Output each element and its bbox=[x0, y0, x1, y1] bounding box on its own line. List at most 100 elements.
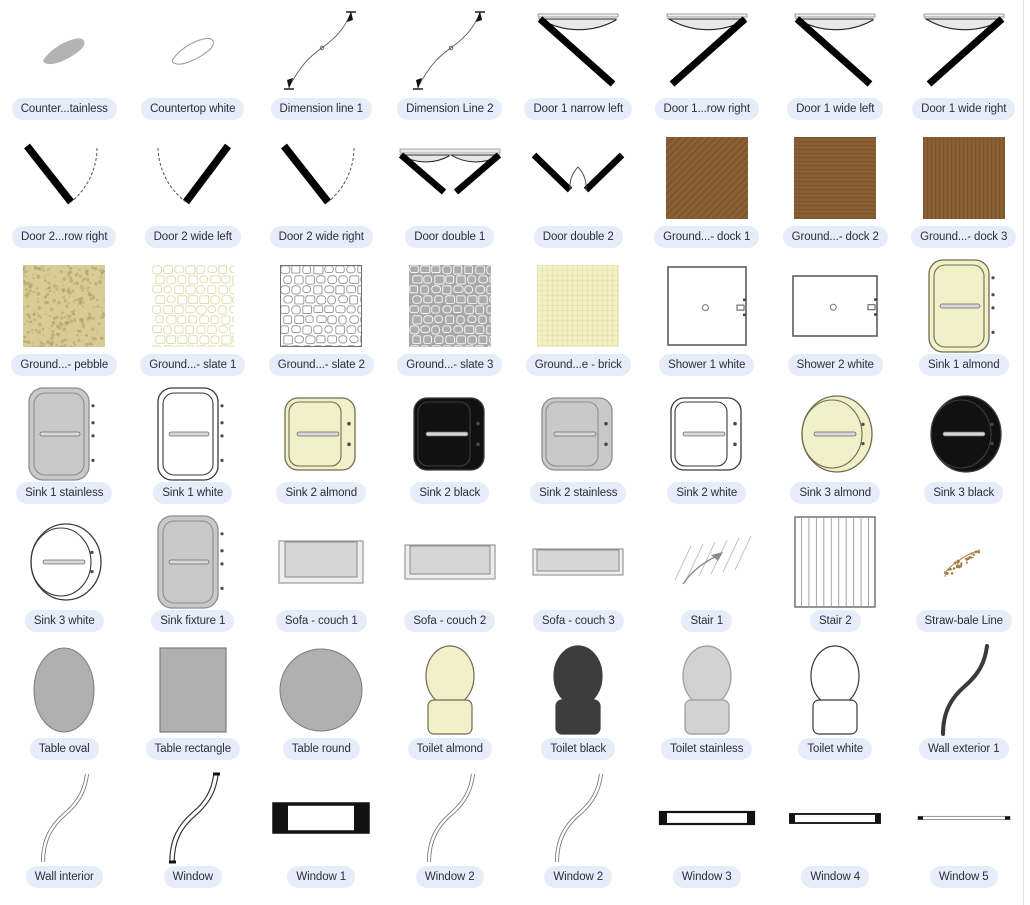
symbol-cell[interactable]: Ground...- dock 3 bbox=[900, 128, 1029, 256]
sink-2-white-icon[interactable] bbox=[643, 384, 771, 484]
symbol-cell[interactable]: Sink 2 almond bbox=[257, 384, 386, 512]
symbol-cell[interactable]: Window 2 bbox=[386, 768, 515, 896]
symbol-cell[interactable]: Wall exterior 1 bbox=[900, 640, 1029, 768]
symbol-cell[interactable]: Window 3 bbox=[643, 768, 772, 896]
symbol-cell[interactable]: Ground...- dock 2 bbox=[771, 128, 900, 256]
shower-2-white-icon[interactable] bbox=[771, 256, 899, 356]
symbol-cell[interactable]: Door double 1 bbox=[386, 128, 515, 256]
window-4-icon[interactable] bbox=[771, 768, 899, 868]
symbol-cell[interactable]: Door 1...row right bbox=[643, 0, 772, 128]
symbol-cell[interactable]: Door 1 wide left bbox=[771, 0, 900, 128]
symbol-cell[interactable]: Countertop white bbox=[129, 0, 258, 128]
symbol-cell[interactable]: Toilet almond bbox=[386, 640, 515, 768]
toilet-almond-icon[interactable] bbox=[386, 640, 514, 740]
symbol-cell[interactable]: Sink 2 white bbox=[643, 384, 772, 512]
symbol-cell[interactable]: Dimension line 1 bbox=[257, 0, 386, 128]
countertop-white-icon[interactable] bbox=[129, 0, 257, 100]
symbol-cell[interactable]: Ground...e - brick bbox=[514, 256, 643, 384]
sink-3-almond-icon[interactable] bbox=[771, 384, 899, 484]
symbol-cell[interactable]: Ground...- slate 2 bbox=[257, 256, 386, 384]
symbol-cell[interactable]: Sofa - couch 3 bbox=[514, 512, 643, 640]
table-rectangle-icon[interactable] bbox=[129, 640, 257, 740]
sofa-couch-2-icon[interactable] bbox=[386, 512, 514, 612]
dimension-line-2-icon[interactable] bbox=[386, 0, 514, 100]
symbol-cell[interactable]: Sofa - couch 2 bbox=[386, 512, 515, 640]
dimension-line-1-icon[interactable] bbox=[257, 0, 385, 100]
symbol-cell[interactable]: Sofa - couch 1 bbox=[257, 512, 386, 640]
symbol-cell[interactable]: Ground...- slate 1 bbox=[129, 256, 258, 384]
symbol-cell[interactable]: Table oval bbox=[0, 640, 129, 768]
window-icon[interactable] bbox=[129, 768, 257, 868]
sink-fixture-1-icon[interactable] bbox=[129, 512, 257, 612]
symbol-cell[interactable]: Shower 2 white bbox=[771, 256, 900, 384]
window-2-alt-icon[interactable] bbox=[514, 768, 642, 868]
symbol-cell[interactable]: Sink 1 white bbox=[129, 384, 258, 512]
symbol-cell[interactable]: Toilet white bbox=[771, 640, 900, 768]
symbol-cell[interactable]: Door 2...row right bbox=[0, 128, 129, 256]
ground-slate-1-icon[interactable] bbox=[129, 256, 257, 356]
ground-pebble-icon[interactable] bbox=[0, 256, 128, 356]
sink-3-black-icon[interactable] bbox=[900, 384, 1028, 484]
shower-1-white-icon[interactable] bbox=[643, 256, 771, 356]
straw-bale-line-icon[interactable] bbox=[900, 512, 1028, 612]
symbol-cell[interactable]: Dimension Line 2 bbox=[386, 0, 515, 128]
door-1-narrow-left-icon[interactable] bbox=[514, 0, 642, 100]
door-double-2-icon[interactable] bbox=[514, 128, 642, 228]
sink-1-almond-icon[interactable] bbox=[900, 256, 1028, 356]
symbol-cell[interactable]: Door 1 wide right bbox=[900, 0, 1029, 128]
symbol-cell[interactable]: Window bbox=[129, 768, 258, 896]
symbol-cell[interactable]: Window 1 bbox=[257, 768, 386, 896]
symbol-cell[interactable]: Stair 1 bbox=[643, 512, 772, 640]
wall-exterior-1-icon[interactable] bbox=[900, 640, 1028, 740]
table-round-icon[interactable] bbox=[257, 640, 385, 740]
countertop-stainless-icon[interactable] bbox=[0, 0, 128, 100]
window-5-icon[interactable] bbox=[900, 768, 1028, 868]
symbol-cell[interactable]: Wall interior bbox=[0, 768, 129, 896]
door-2-wide-right-icon[interactable] bbox=[257, 128, 385, 228]
symbol-cell[interactable]: Sink fixture 1 bbox=[129, 512, 258, 640]
ground-brick-icon[interactable] bbox=[514, 256, 642, 356]
door-1-wide-right-icon[interactable] bbox=[900, 0, 1028, 100]
symbol-cell[interactable]: Stair 2 bbox=[771, 512, 900, 640]
ground-dock-3-icon[interactable] bbox=[900, 128, 1028, 228]
toilet-stainless-icon[interactable] bbox=[643, 640, 771, 740]
window-3-icon[interactable] bbox=[643, 768, 771, 868]
door-1-narrow-right-icon[interactable] bbox=[643, 0, 771, 100]
stair-1-icon[interactable] bbox=[643, 512, 771, 612]
symbol-cell[interactable]: Sink 3 black bbox=[900, 384, 1029, 512]
symbol-cell[interactable]: Toilet stainless bbox=[643, 640, 772, 768]
symbol-cell[interactable]: Straw-bale Line bbox=[900, 512, 1029, 640]
toilet-white-icon[interactable] bbox=[771, 640, 899, 740]
symbol-cell[interactable]: Door double 2 bbox=[514, 128, 643, 256]
wall-interior-icon[interactable] bbox=[0, 768, 128, 868]
symbol-cell[interactable]: Window 2 bbox=[514, 768, 643, 896]
symbol-cell[interactable]: Counter...tainless bbox=[0, 0, 129, 128]
symbol-cell[interactable]: Door 1 narrow left bbox=[514, 0, 643, 128]
symbol-cell[interactable]: Shower 1 white bbox=[643, 256, 772, 384]
symbol-cell[interactable]: Door 2 wide left bbox=[129, 128, 258, 256]
symbol-cell[interactable]: Window 4 bbox=[771, 768, 900, 896]
symbol-cell[interactable]: Sink 1 almond bbox=[900, 256, 1029, 384]
sink-2-stainless-icon[interactable] bbox=[514, 384, 642, 484]
ground-dock-2-icon[interactable] bbox=[771, 128, 899, 228]
window-1-icon[interactable] bbox=[257, 768, 385, 868]
ground-slate-2-icon[interactable] bbox=[257, 256, 385, 356]
symbol-cell[interactable]: Ground...- pebble bbox=[0, 256, 129, 384]
symbol-cell[interactable]: Sink 2 black bbox=[386, 384, 515, 512]
stair-2-icon[interactable] bbox=[771, 512, 899, 612]
ground-dock-1-icon[interactable] bbox=[643, 128, 771, 228]
toilet-black-icon[interactable] bbox=[514, 640, 642, 740]
symbol-cell[interactable]: Window 5 bbox=[900, 768, 1029, 896]
door-2-narrow-right-icon[interactable] bbox=[0, 128, 128, 228]
ground-slate-3-icon[interactable] bbox=[386, 256, 514, 356]
symbol-cell[interactable]: Sink 1 stainless bbox=[0, 384, 129, 512]
symbol-cell[interactable]: Toilet black bbox=[514, 640, 643, 768]
symbol-cell[interactable]: Door 2 wide right bbox=[257, 128, 386, 256]
symbol-cell[interactable]: Sink 3 white bbox=[0, 512, 129, 640]
sink-2-black-icon[interactable] bbox=[386, 384, 514, 484]
sink-1-stainless-icon[interactable] bbox=[0, 384, 128, 484]
symbol-cell[interactable]: Ground...- slate 3 bbox=[386, 256, 515, 384]
sofa-couch-1-icon[interactable] bbox=[257, 512, 385, 612]
symbol-cell[interactable]: Table rectangle bbox=[129, 640, 258, 768]
door-2-wide-left-icon[interactable] bbox=[129, 128, 257, 228]
